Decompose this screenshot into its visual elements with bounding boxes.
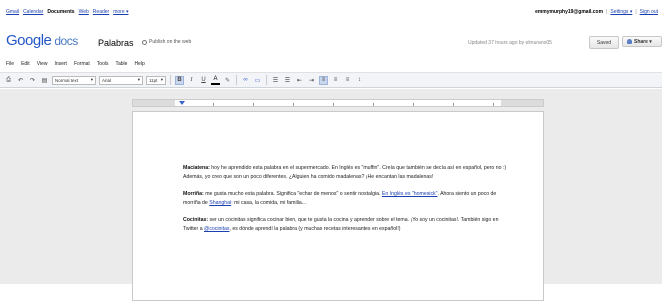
redo-icon[interactable]: ↷ bbox=[28, 76, 37, 85]
nav-calendar[interactable]: Calendar bbox=[23, 9, 43, 15]
menu-table[interactable]: Table bbox=[115, 61, 127, 67]
last-updated: Updated 37 hours ago by elmurano05 bbox=[468, 40, 552, 46]
menu-insert[interactable]: Insert bbox=[54, 61, 67, 67]
decrease-indent-icon[interactable]: ⇤ bbox=[295, 76, 304, 85]
nav-web[interactable]: Web bbox=[79, 9, 89, 15]
underline-icon[interactable]: U bbox=[199, 76, 208, 85]
size-value: 11pt bbox=[149, 77, 158, 83]
paragraph-text: hoy he aprendido esta palabra en el supe… bbox=[183, 165, 507, 181]
doc-header: Google docs Palabras Publish on the web U… bbox=[0, 28, 662, 60]
print-icon[interactable]: ⎙ bbox=[4, 76, 13, 85]
indent-marker[interactable] bbox=[179, 101, 185, 105]
highlight-color-icon[interactable]: ✎ bbox=[223, 76, 232, 85]
nav-gmail[interactable]: Gmail bbox=[6, 9, 19, 15]
logo-google-text: Google bbox=[6, 32, 52, 49]
font-value: Arial bbox=[102, 77, 112, 83]
increase-indent-icon[interactable]: ⇥ bbox=[307, 76, 316, 85]
toolbar-divider bbox=[266, 75, 267, 85]
google-docs-logo[interactable]: Google docs bbox=[6, 32, 78, 49]
google-nav: Gmail Calendar Documents Web Reader more… bbox=[6, 9, 129, 15]
toolbar-divider bbox=[170, 75, 171, 85]
signout-link[interactable]: Sign out bbox=[640, 9, 658, 15]
ruler-tick bbox=[413, 103, 414, 106]
paragraph-text: , es dónde aprendí la palabra (y muchas … bbox=[229, 226, 401, 233]
font-size-select[interactable]: 11pt ▾ bbox=[146, 75, 166, 85]
ruler-left-margin bbox=[133, 100, 175, 106]
paragraph: Maciatena: hoy he aprendido esta palabra… bbox=[183, 164, 515, 183]
account-email: emmymurphy19@gmail.com bbox=[535, 9, 604, 15]
publish-label: Publish on the web bbox=[149, 39, 192, 45]
menu-edit[interactable]: Edit bbox=[21, 61, 30, 67]
ruler-tick bbox=[493, 103, 494, 106]
paragraph: Morriña: me gusta mucho esta palabra. Si… bbox=[183, 190, 515, 209]
paragraph: Cocinitas: ser un cocinitas significa co… bbox=[183, 216, 515, 235]
toolbar-divider bbox=[236, 75, 237, 85]
nav-reader[interactable]: Reader bbox=[93, 9, 109, 15]
line-spacing-icon[interactable]: ↕ bbox=[355, 76, 364, 85]
menu-help[interactable]: Help bbox=[134, 61, 144, 67]
term: Cocinitas: bbox=[183, 216, 209, 223]
menu-format[interactable]: Format bbox=[74, 61, 90, 67]
chevron-down-icon: ▾ bbox=[137, 77, 140, 82]
style-select[interactable]: Normal text ▾ bbox=[52, 75, 96, 85]
paragraph-text: : mi casa, la comida, mi familia... bbox=[231, 200, 307, 207]
separator: | bbox=[606, 9, 608, 15]
ruler-tick bbox=[453, 103, 454, 106]
term: Maciatena: bbox=[183, 165, 210, 171]
settings-link[interactable]: Settings ▾ bbox=[610, 9, 632, 15]
ruler-tick bbox=[333, 103, 334, 106]
nav-documents[interactable]: Documents bbox=[47, 9, 74, 15]
menu-bar: File Edit View Insert Format Tools Table… bbox=[0, 58, 662, 70]
document-canvas: Maciatena: hoy he aprendido esta palabra… bbox=[0, 89, 662, 301]
google-bar: Gmail Calendar Documents Web Reader more… bbox=[0, 0, 662, 29]
ruler-right-margin bbox=[501, 100, 543, 106]
save-button[interactable]: Saved bbox=[589, 36, 619, 49]
doc-link[interactable]: Shanghai bbox=[209, 200, 231, 206]
comment-icon[interactable]: ▭ bbox=[253, 76, 262, 85]
menu-view[interactable]: View bbox=[37, 61, 48, 67]
publish-status[interactable]: Publish on the web bbox=[142, 39, 191, 45]
logo-docs-text: docs bbox=[54, 34, 78, 48]
text-color-icon[interactable]: A bbox=[211, 76, 220, 85]
align-left-icon[interactable]: ≡ bbox=[319, 75, 328, 85]
align-right-icon[interactable]: ≡ bbox=[343, 76, 352, 85]
ruler-tick bbox=[253, 103, 254, 106]
paint-format-icon[interactable]: ▤ bbox=[40, 76, 49, 85]
align-center-icon[interactable]: ≡ bbox=[331, 76, 340, 85]
menu-file[interactable]: File bbox=[6, 61, 14, 67]
document-title[interactable]: Palabras bbox=[98, 38, 134, 48]
separator: | bbox=[635, 9, 637, 15]
numbered-list-icon[interactable]: ☰ bbox=[271, 76, 280, 85]
share-people-icon bbox=[627, 39, 632, 44]
italic-icon[interactable]: I bbox=[187, 76, 196, 85]
ruler-tick bbox=[373, 103, 374, 106]
nav-more[interactable]: more ▾ bbox=[113, 9, 128, 15]
ruler[interactable] bbox=[132, 99, 544, 107]
document-body[interactable]: Maciatena: hoy he aprendido esta palabra… bbox=[183, 164, 515, 241]
bold-icon[interactable]: B bbox=[175, 75, 184, 85]
doc-link[interactable]: @cocinitas bbox=[204, 226, 229, 232]
style-value: Normal text bbox=[55, 77, 79, 83]
share-label: Share ▾ bbox=[634, 38, 652, 45]
chevron-down-icon: ▾ bbox=[160, 77, 163, 82]
undo-icon[interactable]: ↶ bbox=[16, 76, 25, 85]
link-icon[interactable]: ∞ bbox=[241, 76, 250, 85]
menu-tools[interactable]: Tools bbox=[97, 61, 109, 67]
term: Morriña: bbox=[183, 190, 204, 197]
globe-icon bbox=[142, 39, 147, 45]
share-button[interactable]: Share ▾ bbox=[622, 36, 662, 47]
account-area: emmymurphy19@gmail.com | Settings ▾ | Si… bbox=[535, 9, 658, 15]
doc-link[interactable]: En Inglés es "homesick" bbox=[382, 191, 438, 197]
document-page[interactable]: Maciatena: hoy he aprendido esta palabra… bbox=[132, 111, 544, 301]
formatting-toolbar: ⎙ ↶ ↷ ▤ Normal text ▾ Arial ▾ 11pt ▾ B I U … bbox=[0, 72, 662, 88]
paragraph-text: me gusta mucho esta palabra. Significa "… bbox=[203, 190, 382, 197]
font-select[interactable]: Arial ▾ bbox=[99, 75, 143, 85]
chevron-down-icon: ▾ bbox=[90, 77, 93, 82]
ruler-tick bbox=[213, 103, 214, 106]
bulleted-list-icon[interactable]: ☰ bbox=[283, 76, 292, 85]
ruler-tick bbox=[293, 103, 294, 106]
